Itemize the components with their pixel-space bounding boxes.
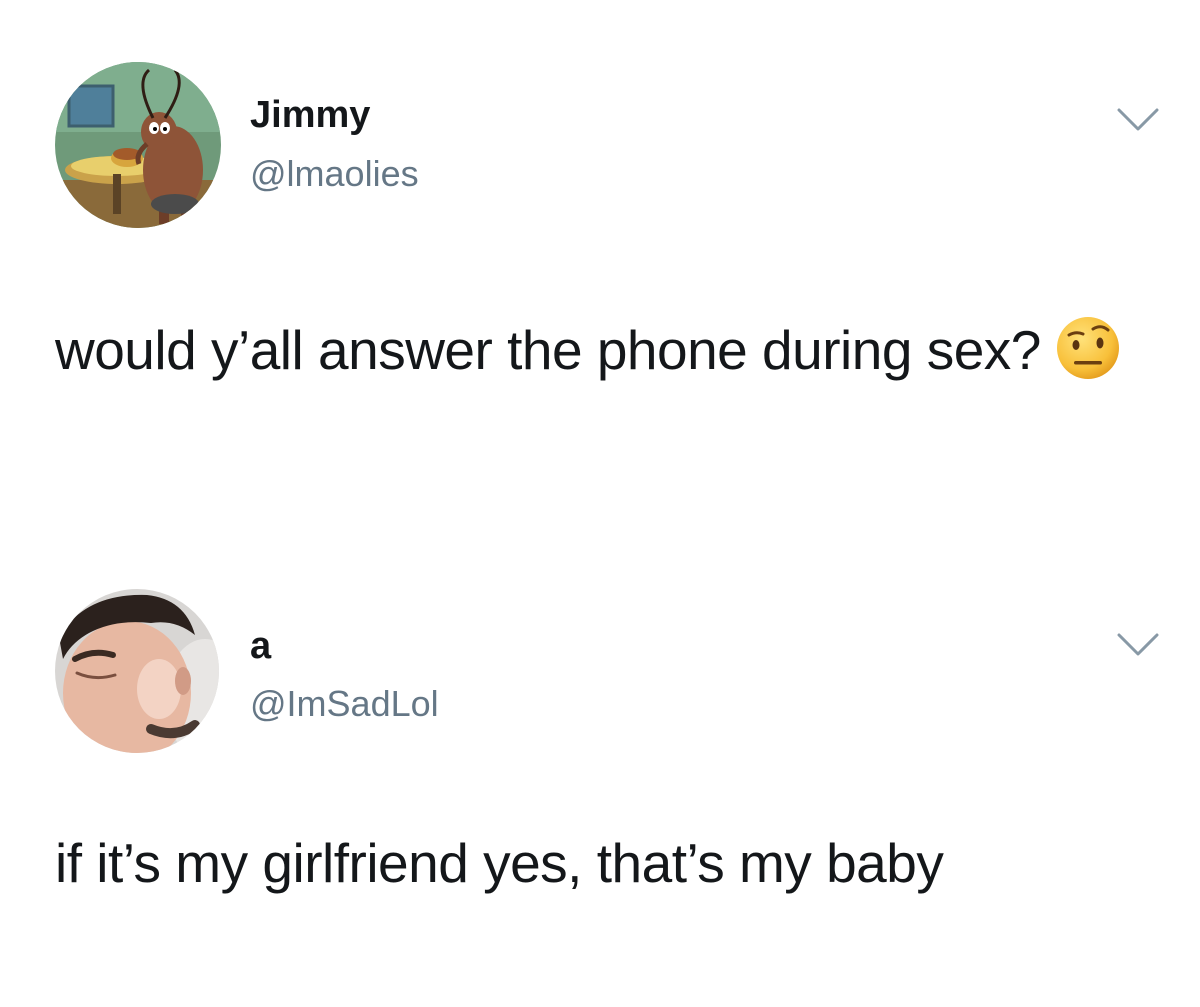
cartoon-cockroach-avatar[interactable]	[55, 62, 221, 228]
tweet-2[interactable]: a @ImSadLol if it’s my girlfriend yes, t…	[0, 575, 1200, 1007]
tweet-text: would y’all answer the phone during sex?…	[55, 306, 1155, 394]
display-name[interactable]: Jimmy	[250, 96, 370, 134]
tweet-text-content: would y’all answer the phone during sex?	[55, 319, 1041, 381]
avatar-image	[55, 62, 221, 228]
avatar-image	[55, 589, 219, 753]
tweet-text: if it’s my girlfriend yes, that’s my bab…	[55, 832, 944, 894]
face-photo-avatar[interactable]	[55, 589, 219, 753]
chevron-down-icon[interactable]	[1116, 632, 1160, 658]
display-name[interactable]: a	[250, 627, 271, 665]
raised-eyebrow-emoji-icon: 🤨	[1055, 315, 1121, 381]
user-handle[interactable]: @lmaolies	[250, 156, 419, 192]
user-handle[interactable]: @ImSadLol	[250, 686, 439, 722]
chevron-down-icon[interactable]	[1116, 107, 1160, 133]
tweet-1[interactable]: Jimmy @lmaolies would y’all answer the p…	[0, 0, 1200, 560]
